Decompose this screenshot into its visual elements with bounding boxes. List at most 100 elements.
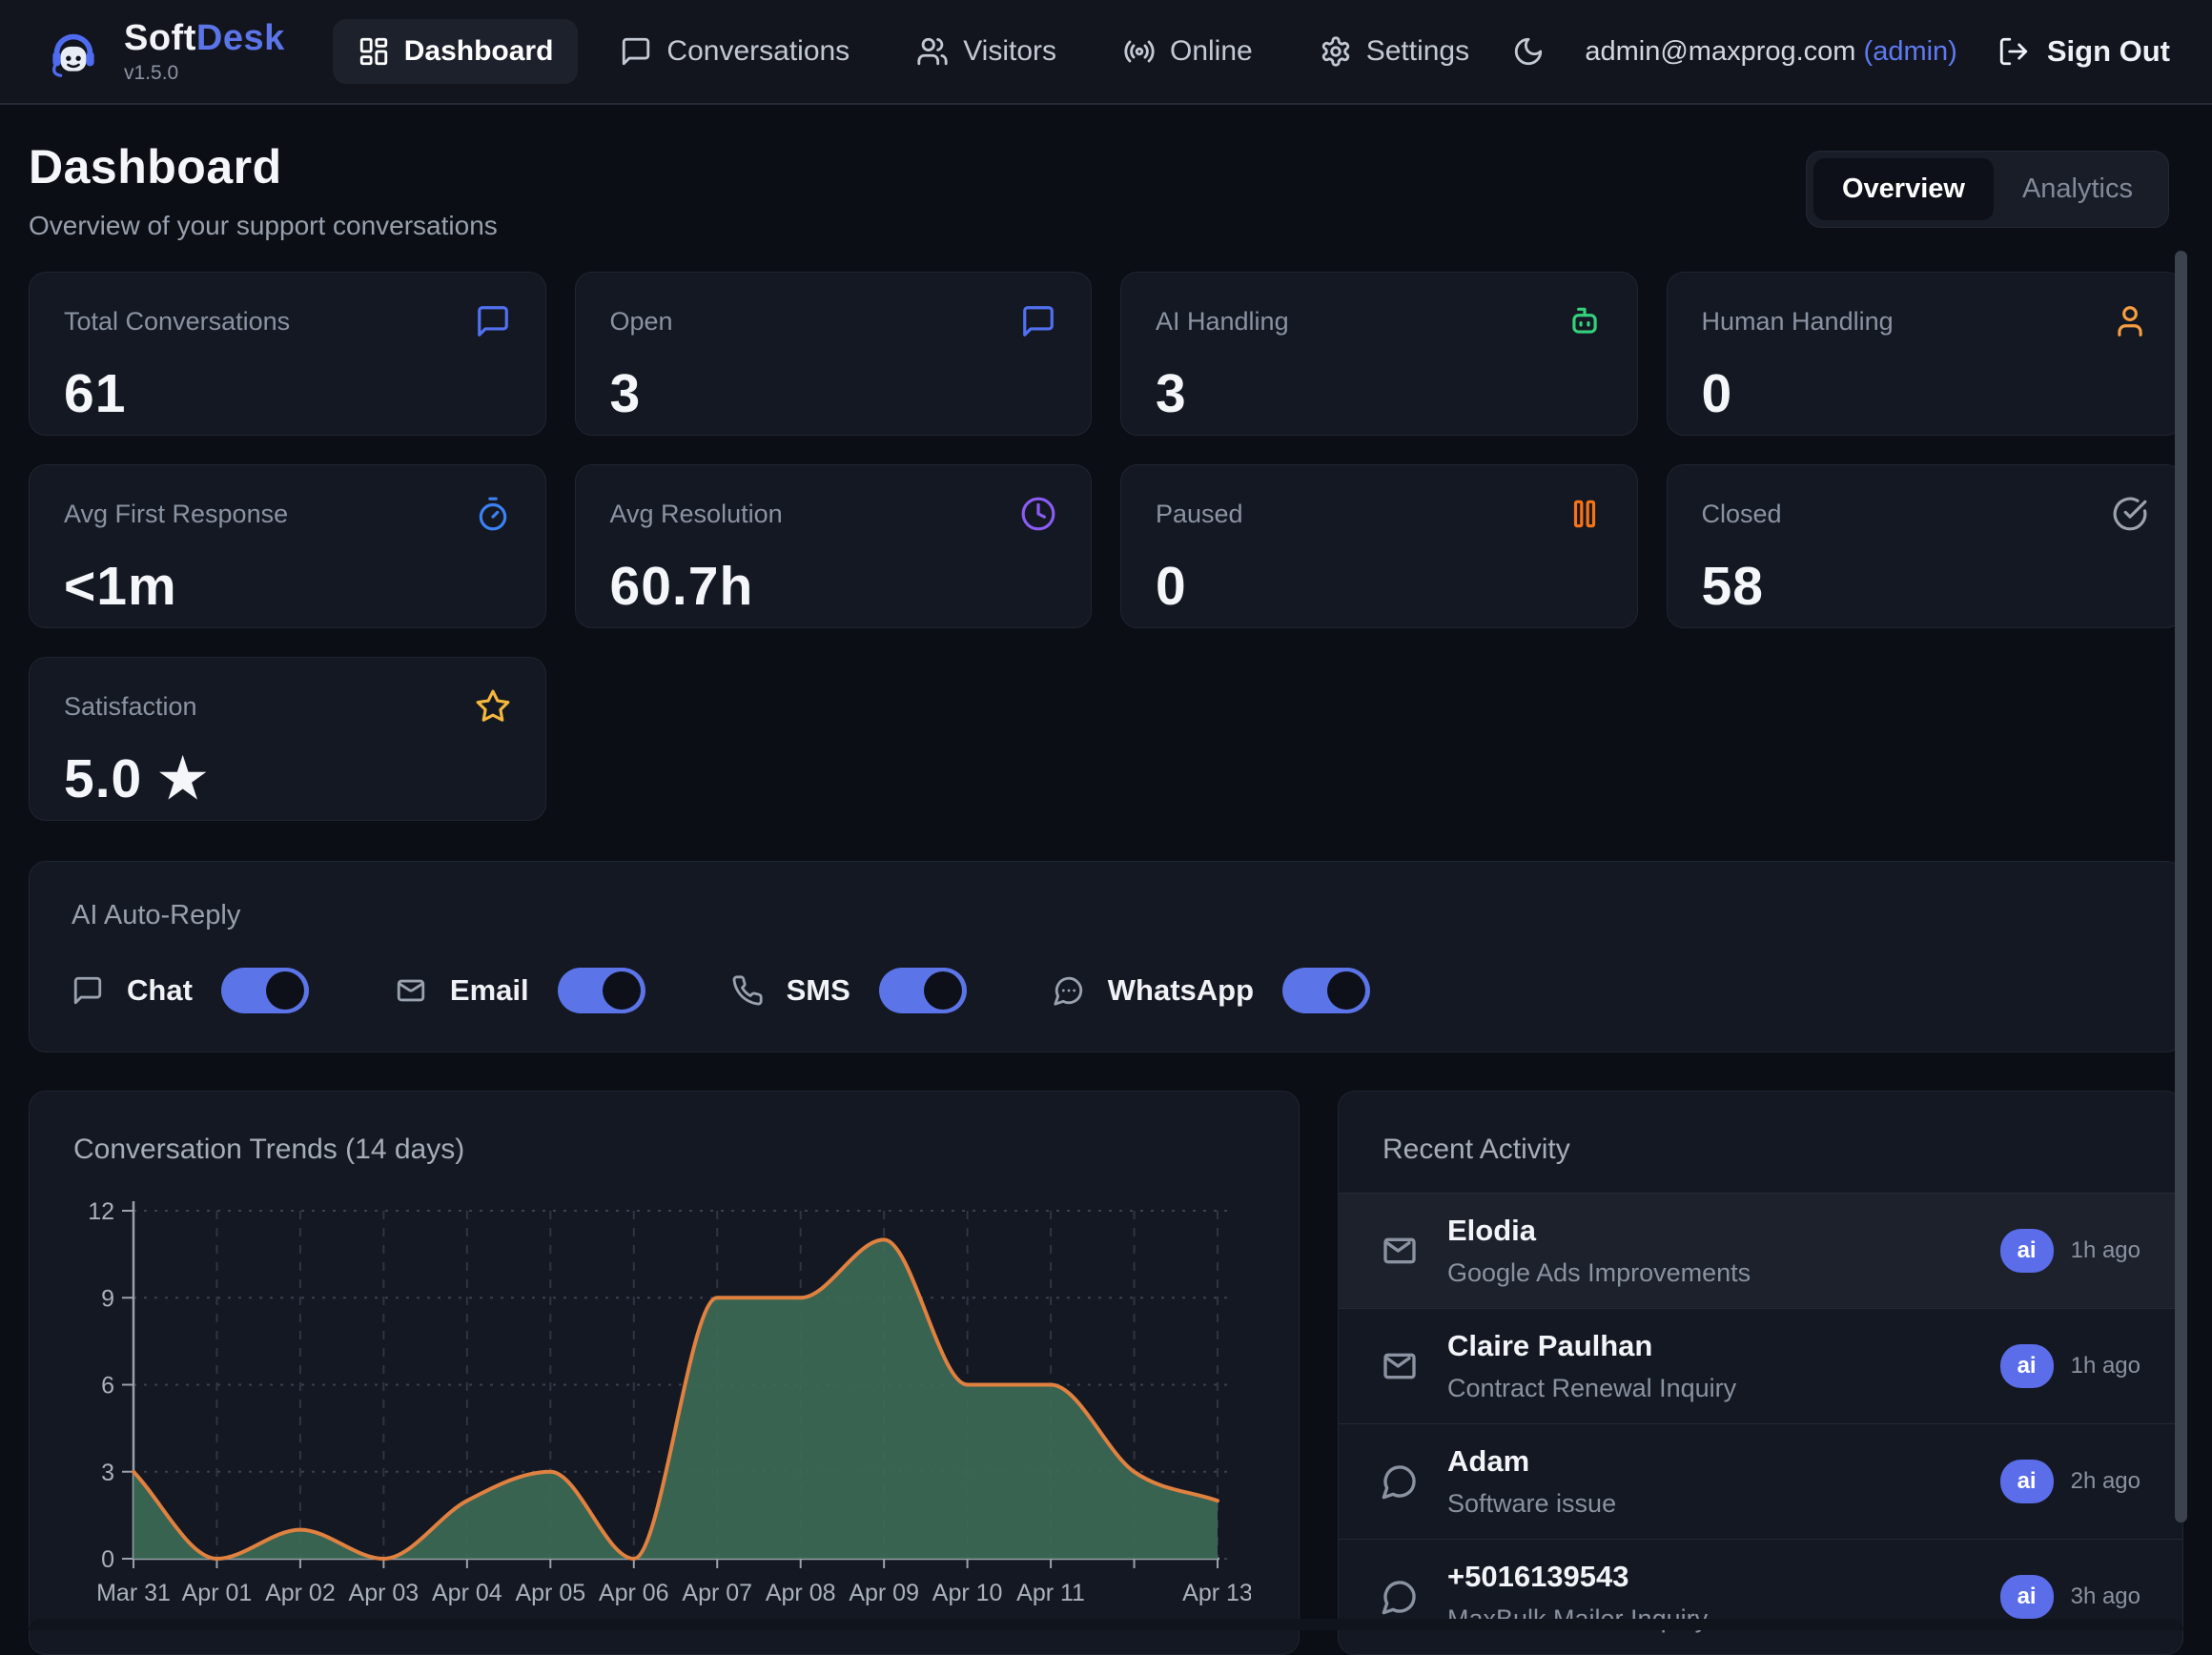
nav-label-conversations: Conversations (666, 35, 850, 68)
envelope-icon (1381, 1232, 1419, 1270)
stat-label: Open (610, 307, 673, 337)
nav-item-online[interactable]: Online (1098, 19, 1278, 84)
nav-label-visitors: Visitors (963, 35, 1056, 68)
svg-text:Apr 04: Apr 04 (432, 1580, 502, 1606)
chat-bubble-icon (1381, 1462, 1419, 1501)
activity-name: Elodia (1447, 1214, 2000, 1248)
ai-badge: ai (2000, 1344, 2054, 1388)
stat-value: 58 (1702, 555, 2149, 618)
message-square-icon (620, 35, 652, 68)
whatsapp-toggle[interactable] (1282, 968, 1370, 1013)
envelope-icon (395, 974, 427, 1007)
page-scrollbar[interactable] (2175, 251, 2187, 1522)
activity-item-2[interactable]: Claire Paulhan Contract Renewal Inquiry … (1339, 1308, 2182, 1423)
stat-card-open: Open 3 (575, 272, 1093, 436)
channel-label-whatsapp: WhatsApp (1108, 973, 1254, 1008)
stat-value: 3 (1156, 362, 1603, 425)
stat-label: Avg First Response (64, 500, 288, 529)
activity-time: 1h ago (2071, 1353, 2140, 1379)
brand: SoftDesk v1.5.0 (42, 20, 285, 83)
channel-label-email: Email (450, 973, 529, 1008)
nav-item-visitors[interactable]: Visitors (891, 19, 1081, 84)
account-role: (admin) (1864, 36, 1957, 67)
stat-value: 3 (610, 362, 1057, 425)
svg-text:Mar 31: Mar 31 (96, 1580, 171, 1606)
dashboard-grid-icon (358, 35, 390, 68)
sms-toggle[interactable] (879, 968, 967, 1013)
stat-card-ai-handling: AI Handling 3 (1120, 272, 1638, 436)
svg-text:Apr 08: Apr 08 (766, 1580, 836, 1606)
app-name: SoftDesk (124, 20, 285, 56)
timer-icon (475, 496, 511, 532)
svg-text:Apr 02: Apr 02 (265, 1580, 336, 1606)
svg-text:Apr 11: Apr 11 (1016, 1580, 1085, 1606)
channel-label-sms: SMS (787, 973, 850, 1008)
nav-item-settings[interactable]: Settings (1295, 19, 1494, 84)
sign-out-button[interactable]: Sign Out (1997, 34, 2170, 69)
toggle-knob (924, 971, 962, 1010)
nav-label-settings: Settings (1366, 35, 1469, 68)
moon-icon[interactable] (1512, 35, 1545, 68)
chart-title: Conversation Trends (14 days) (73, 1134, 1255, 1166)
channel-label-chat: Chat (127, 973, 193, 1008)
ai-badge: ai (2000, 1229, 2054, 1273)
activity-item-3[interactable]: Adam Software issue ai 2h ago (1339, 1423, 2182, 1539)
person-icon (2112, 303, 2148, 339)
check-circle-icon (2112, 496, 2148, 532)
svg-text:6: 6 (101, 1373, 114, 1400)
app-version: v1.5.0 (124, 63, 285, 83)
clock-icon (1020, 496, 1056, 532)
activity-name: +5016139543 (1447, 1560, 2000, 1594)
channel-chat: Chat (72, 968, 309, 1013)
stat-card-total-conversations: Total Conversations 61 (29, 272, 546, 436)
channel-whatsapp: WhatsApp (1053, 968, 1370, 1013)
svg-text:Apr 13: Apr 13 (1182, 1580, 1251, 1606)
next-section-peek (29, 1619, 2183, 1630)
activity-subject: Google Ads Improvements (1447, 1258, 2000, 1288)
toggle-knob (603, 971, 641, 1010)
activity-item-4[interactable]: +5016139543 MaxBulk Mailer Inquiry ai 3h… (1339, 1539, 2182, 1654)
activity-subject: Software issue (1447, 1489, 2000, 1519)
email-toggle[interactable] (558, 968, 645, 1013)
stat-value: 61 (64, 362, 511, 425)
top-navbar: SoftDesk v1.5.0 Dashboard Conversations … (0, 0, 2212, 105)
message-square-icon (1020, 303, 1056, 339)
star-icon (475, 688, 511, 725)
activity-name: Claire Paulhan (1447, 1329, 2000, 1363)
svg-text:Apr 07: Apr 07 (682, 1580, 752, 1606)
log-out-icon (1997, 35, 2030, 68)
conversation-trends-chart: 036912Mar 31Apr 01Apr 02Apr 03Apr 04Apr … (73, 1196, 1251, 1612)
svg-text:Apr 01: Apr 01 (182, 1580, 253, 1606)
channel-email: Email (395, 968, 645, 1013)
stat-value: 5.0 ★ (64, 747, 511, 810)
activity-item-1[interactable]: Elodia Google Ads Improvements ai 1h ago (1339, 1193, 2182, 1308)
main-nav: Dashboard Conversations Visitors Online … (333, 19, 1494, 84)
activity-name: Adam (1447, 1444, 2000, 1479)
stat-value: 60.7h (610, 555, 1057, 618)
ai-badge: ai (2000, 1460, 2054, 1503)
nav-item-dashboard[interactable]: Dashboard (333, 19, 579, 84)
account-email: admin@maxprog.com (admin) (1585, 36, 1956, 68)
activity-time: 2h ago (2071, 1468, 2140, 1495)
stat-card-paused: Paused 0 (1120, 464, 1638, 628)
tab-overview[interactable]: Overview (1813, 158, 1994, 220)
stat-card-avg-resolution: Avg Resolution 60.7h (575, 464, 1093, 628)
chat-bubble-icon (72, 974, 104, 1007)
ai-auto-reply-title: AI Auto-Reply (72, 900, 2140, 931)
stat-value: 0 (1702, 362, 2149, 425)
svg-text:3: 3 (101, 1460, 114, 1486)
stat-card-avg-first-response: Avg First Response <1m (29, 464, 546, 628)
stat-label: Human Handling (1702, 307, 1894, 337)
chat-toggle[interactable] (221, 968, 309, 1013)
radio-waves-icon (1123, 35, 1156, 68)
header-right: admin@maxprog.com (admin) Sign Out (1512, 34, 2170, 69)
svg-text:Apr 10: Apr 10 (932, 1580, 1003, 1606)
recent-activity-panel: Recent Activity Elodia Google Ads Improv… (1338, 1091, 2183, 1655)
nav-item-conversations[interactable]: Conversations (595, 19, 874, 84)
recent-activity-title: Recent Activity (1339, 1092, 2182, 1193)
users-icon (916, 35, 949, 68)
activity-time: 1h ago (2071, 1237, 2140, 1264)
tab-analytics[interactable]: Analytics (1994, 158, 2161, 220)
stat-card-satisfaction: Satisfaction 5.0 ★ (29, 657, 546, 821)
nav-label-dashboard: Dashboard (404, 35, 554, 68)
